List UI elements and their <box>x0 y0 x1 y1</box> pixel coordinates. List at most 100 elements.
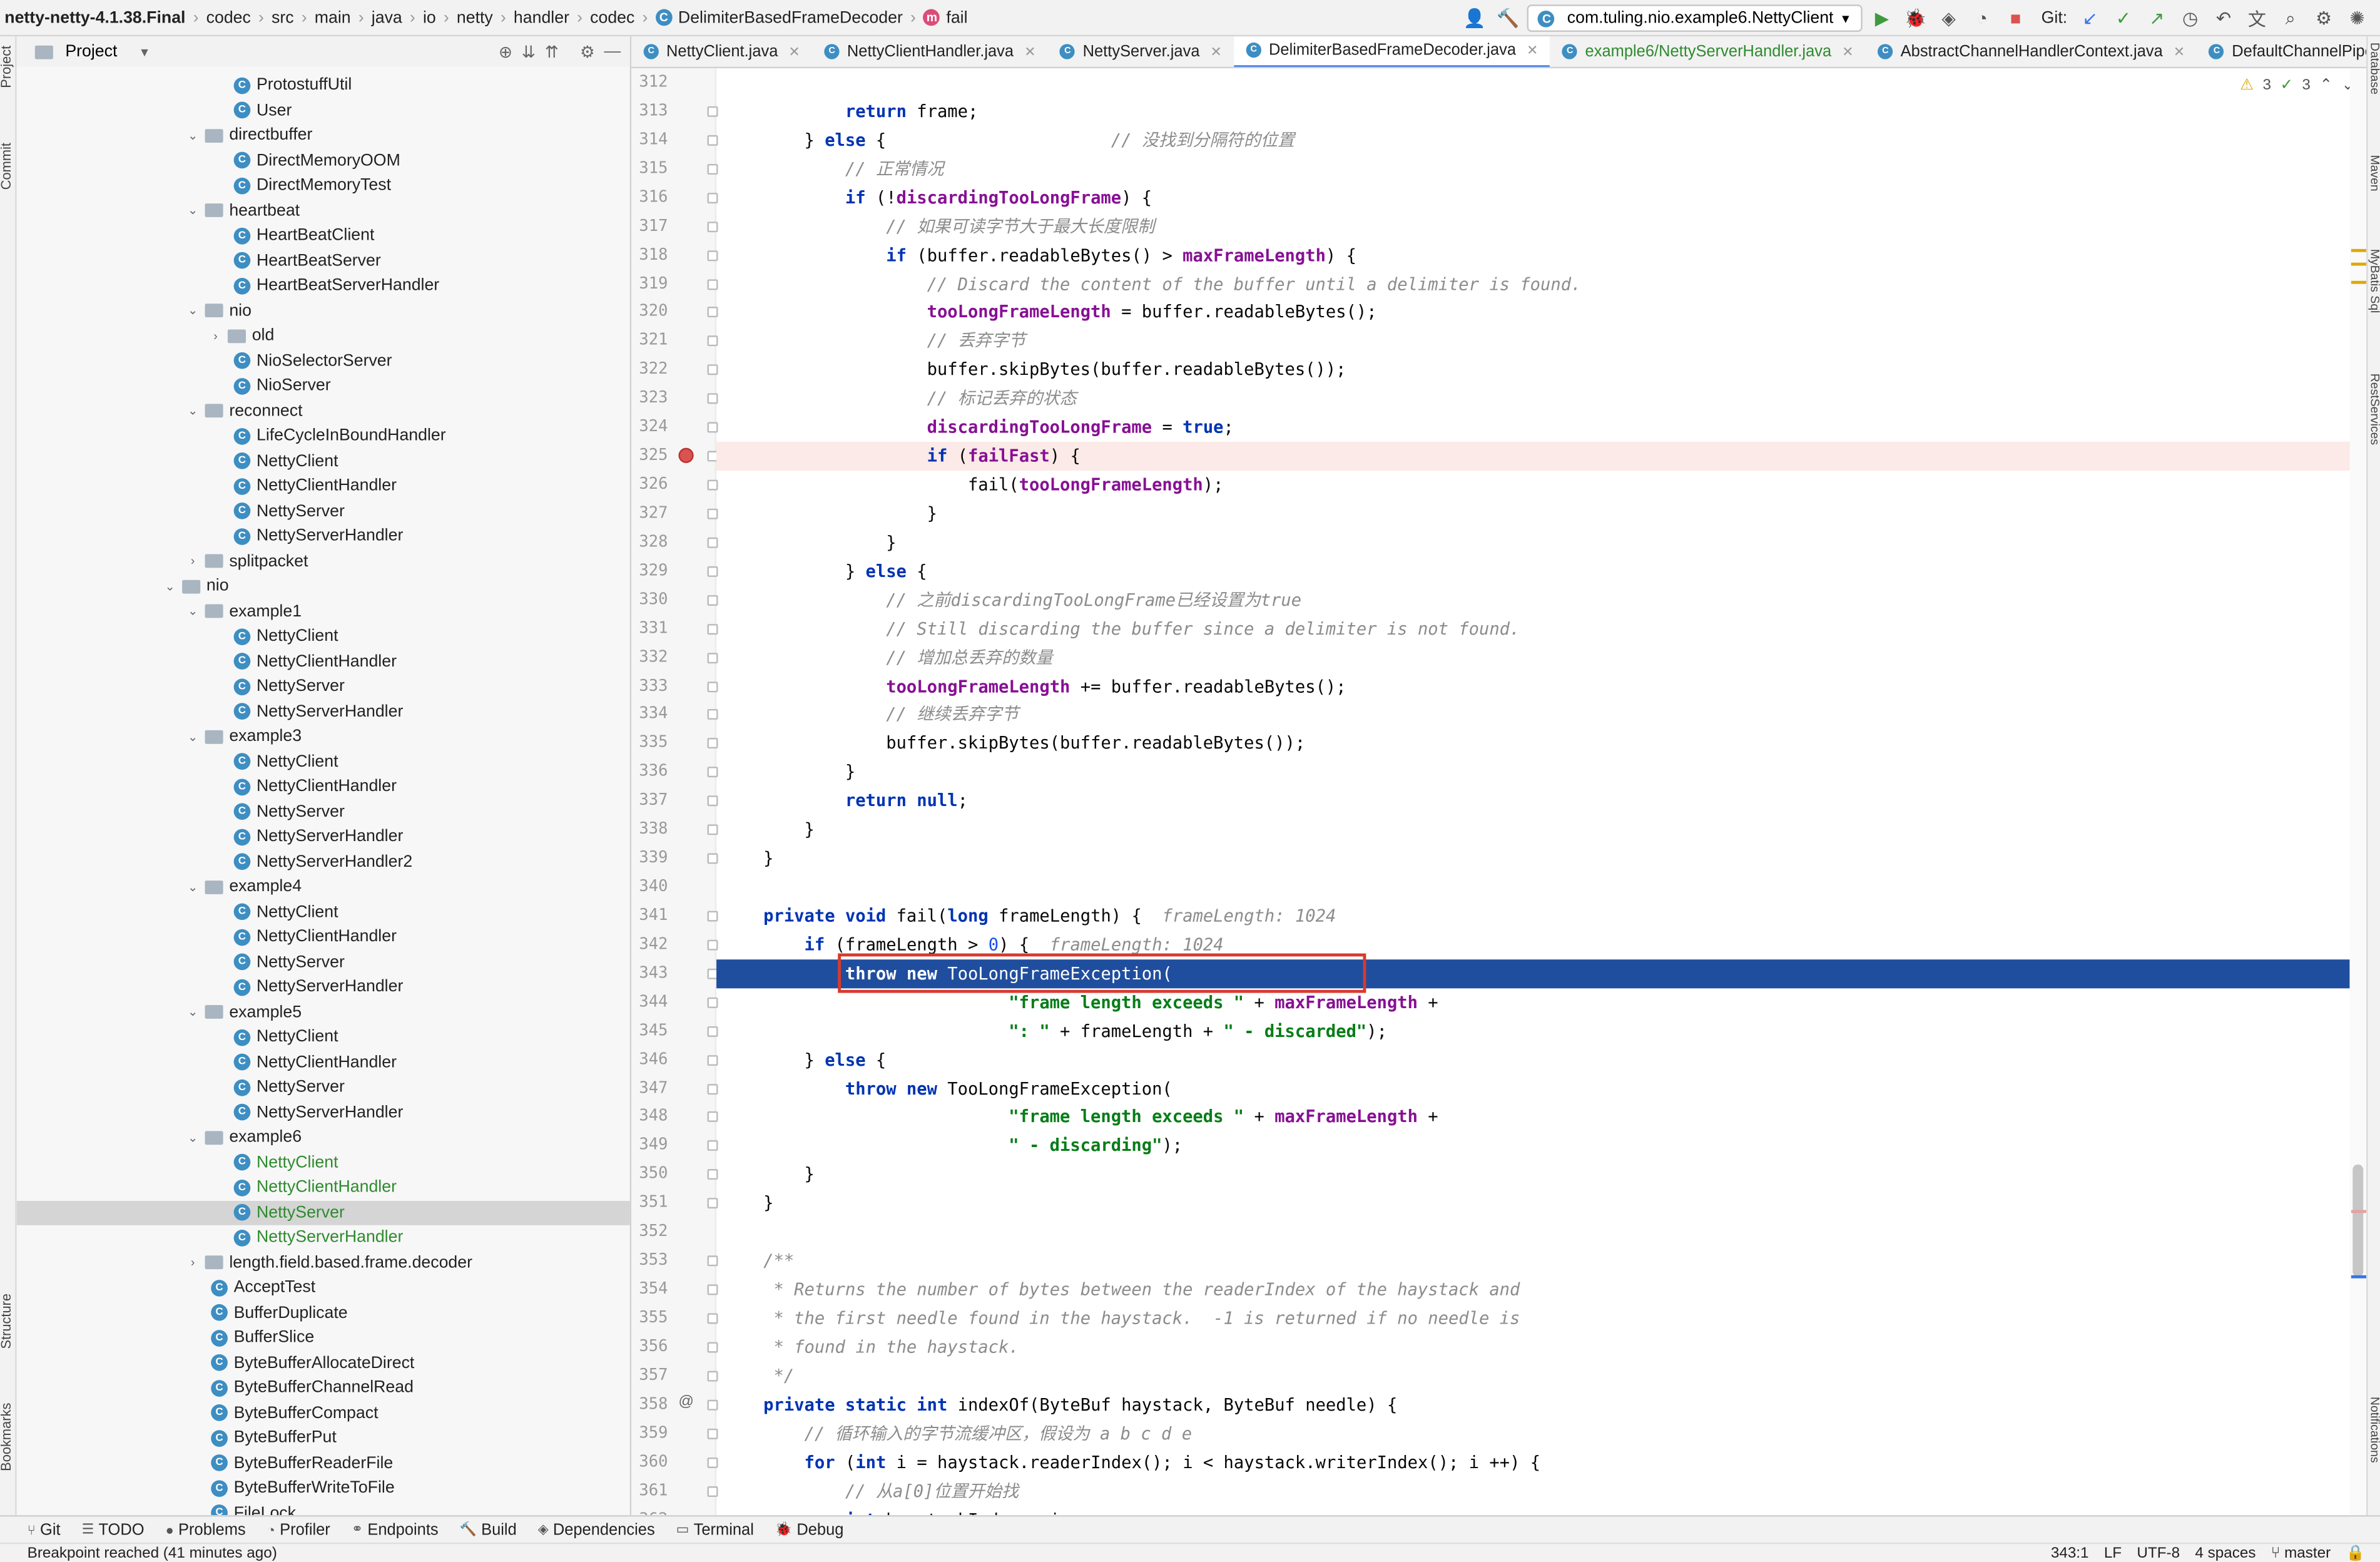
tree-class-item[interactable]: C BufferDuplicate <box>17 1300 630 1325</box>
tree-class-item[interactable]: C NettyServer <box>16 1200 630 1225</box>
code-line[interactable]: " - discarding"); <box>716 1131 2366 1160</box>
line-number[interactable]: 347 <box>631 1075 668 1103</box>
line-number[interactable]: 314 <box>631 126 668 155</box>
line-number[interactable]: 322 <box>631 355 668 384</box>
breadcrumb-item[interactable]: C DelimiterBasedFrameDecoder <box>655 8 903 26</box>
code-line[interactable]: /** <box>716 1247 2366 1275</box>
tree-class-item[interactable]: C NettyClient <box>17 624 630 649</box>
code-line[interactable]: // 从a[0]位置开始找 <box>716 1476 2366 1505</box>
git-update-icon[interactable]: ↙ <box>2077 4 2104 32</box>
line-number[interactable]: 360 <box>631 1447 668 1476</box>
line-number[interactable]: 329 <box>631 557 668 586</box>
code-line[interactable]: // 标记丢弃的状态 <box>716 384 2366 413</box>
annotation-icon[interactable]: @ <box>678 1393 694 1410</box>
mybatis-tool-tab[interactable]: MyBatis Sql <box>2368 249 2380 313</box>
code-line[interactable]: ": " + frameLength + " - discarded"); <box>716 1017 2366 1046</box>
git-commit-icon[interactable]: ✓ <box>2110 4 2137 32</box>
close-icon[interactable]: ✕ <box>1842 43 1853 60</box>
tree-class-item[interactable]: C HeartBeatClient <box>17 223 630 248</box>
line-number[interactable]: 320 <box>631 299 668 327</box>
inspection-widget[interactable]: ⚠ 3 ✓ 3 ⌃ ⌄ <box>2240 78 2354 94</box>
code-line[interactable]: } <box>716 528 2366 557</box>
line-number[interactable]: 333 <box>631 672 668 701</box>
code-line[interactable]: // 如果可读字节大于最大长度限制 <box>716 212 2366 241</box>
tree-class-item[interactable]: C NioServer <box>17 374 630 399</box>
tool-window-terminal[interactable]: ▭ Terminal <box>676 1521 754 1539</box>
tree-class-item[interactable]: C NettyClientHandler <box>17 924 630 949</box>
code-line[interactable] <box>716 873 2366 902</box>
code-line[interactable]: buffer.skipBytes(buffer.readableBytes())… <box>716 729 2366 758</box>
tree-class-item[interactable]: C NettyServer <box>17 674 630 699</box>
code-line[interactable]: // 正常情况 <box>716 155 2366 183</box>
tree-folder[interactable]: ⌄ nio <box>17 299 630 324</box>
gear-icon[interactable]: ⚙ <box>2310 4 2337 32</box>
code-line[interactable] <box>716 68 2366 97</box>
line-number[interactable]: 331 <box>631 615 668 643</box>
code-line[interactable]: */ <box>716 1362 2366 1391</box>
tree-class-item[interactable]: C NettyServer <box>17 499 630 524</box>
line-number[interactable]: 324 <box>631 413 668 442</box>
code-line[interactable]: fail(tooLongFrameLength); <box>716 471 2366 499</box>
tree-folder[interactable]: › length.field.based.frame.decoder <box>17 1250 630 1275</box>
chevron-down-icon[interactable]: ⌄ <box>184 404 202 418</box>
line-number[interactable]: 344 <box>631 988 668 1017</box>
tree-folder[interactable]: ⌄ nio <box>17 574 630 599</box>
tree-class-item[interactable]: C ByteBufferCompact <box>17 1401 630 1426</box>
line-number[interactable]: 326 <box>631 471 668 499</box>
chevron-down-icon[interactable]: ⌄ <box>184 1131 202 1145</box>
tree-class-item[interactable]: C NettyServerHandler <box>17 974 630 999</box>
structure-tool-tab[interactable]: Structure <box>0 1294 14 1349</box>
warning-marker[interactable] <box>2351 280 2367 284</box>
caret-marker[interactable] <box>2351 1275 2367 1279</box>
tree-folder[interactable]: › old <box>17 324 630 349</box>
tree-class-item[interactable]: C NettyClient <box>17 1150 630 1175</box>
breakpoint-icon[interactable] <box>678 447 694 464</box>
hide-icon[interactable]: — <box>604 43 621 61</box>
editor-tab[interactable]: Cexample6/NettyServerHandler.java ✕ <box>1550 36 1866 67</box>
chevron-up-icon[interactable]: ⌃ <box>2319 78 2332 94</box>
code-line[interactable]: * the first needle found in the haystack… <box>716 1304 2366 1333</box>
tree-class-item[interactable]: C NettyClientHandler <box>17 474 630 499</box>
line-number[interactable]: 313 <box>631 97 668 126</box>
code-line[interactable]: // 增加总丢弃的数量 <box>716 643 2366 672</box>
locate-icon[interactable]: ⊕ <box>499 42 512 61</box>
code-line[interactable]: int haystackIndex = i; <box>716 1505 2366 1515</box>
line-number[interactable]: 357 <box>631 1362 668 1391</box>
code-line[interactable]: // Discard the content of the buffer unt… <box>716 270 2366 299</box>
line-number[interactable]: 323 <box>631 384 668 413</box>
code-line[interactable]: } <box>716 758 2366 787</box>
bookmarks-tool-tab[interactable]: Bookmarks <box>0 1403 14 1471</box>
tool-window-problems[interactable]: ● Problems <box>166 1521 246 1539</box>
line-number[interactable]: 318 <box>631 241 668 270</box>
user-icon[interactable]: 👤 <box>1461 4 1488 32</box>
lock-icon[interactable]: 🔒 <box>2346 1544 2364 1562</box>
tree-folder[interactable]: ⌄ example4 <box>17 874 630 899</box>
code-line[interactable]: // 丢弃字节 <box>716 327 2366 355</box>
line-number[interactable]: 312 <box>631 68 668 97</box>
tree-class-item[interactable]: C NettyClientHandler <box>17 1175 630 1200</box>
code-line[interactable]: buffer.skipBytes(buffer.readableBytes())… <box>716 355 2366 384</box>
indent-setting[interactable]: 4 spaces <box>2195 1544 2255 1562</box>
tool-window-dependencies[interactable]: ◈ Dependencies <box>538 1521 655 1539</box>
chevron-right-icon[interactable]: › <box>184 554 202 568</box>
editor-tab[interactable]: C DelimiterBasedFrameDecoder.java ✕ <box>1234 36 1550 67</box>
tree-class-item[interactable]: C NettyServer <box>17 1075 630 1100</box>
coverage-icon[interactable]: ◈ <box>1935 4 1963 32</box>
code-line[interactable]: return null; <box>716 787 2366 815</box>
tree-class-item[interactable]: C HeartBeatServer <box>17 248 630 273</box>
line-number[interactable]: 359 <box>631 1419 668 1448</box>
chevron-down-icon[interactable]: ▼ <box>138 45 150 59</box>
tree-class-item[interactable]: C ByteBufferWriteToFile <box>17 1476 630 1501</box>
line-number[interactable]: 352 <box>631 1218 668 1247</box>
tree-class-item[interactable]: C NettyServerHandler <box>17 524 630 549</box>
tree-class-item[interactable]: C NettyServer <box>17 799 630 824</box>
code-line[interactable]: * found in the haystack. <box>716 1333 2366 1362</box>
tree-class-item[interactable]: C AcceptTest <box>17 1275 630 1300</box>
run-config-select[interactable]: C com.tuling.nio.example6.NettyClient ▼ <box>1527 4 1863 32</box>
chevron-down-icon[interactable]: ⌄ <box>184 730 202 743</box>
code-line[interactable]: return frame; <box>716 97 2366 126</box>
line-number[interactable]: 339 <box>631 844 668 873</box>
tool-window-profiler[interactable]: ◔ Profiler <box>267 1521 330 1539</box>
tool-window-todo[interactable]: ☰ TODO <box>82 1521 145 1539</box>
close-icon[interactable]: ✕ <box>2174 43 2185 60</box>
